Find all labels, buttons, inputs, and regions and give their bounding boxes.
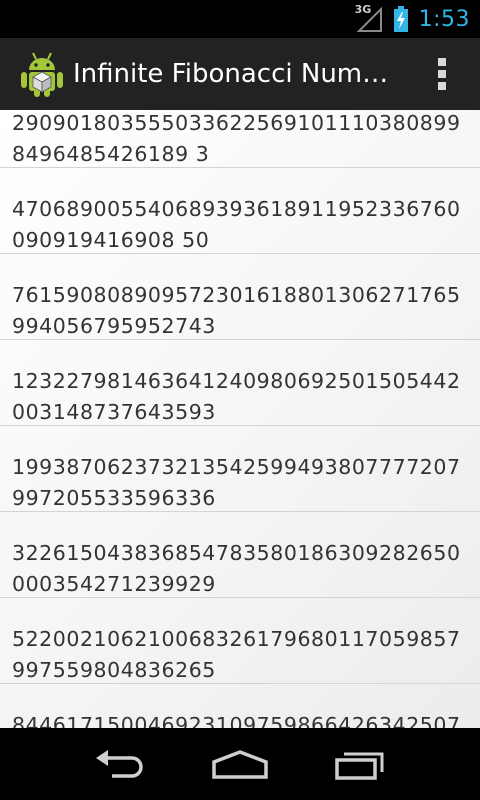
back-icon[interactable] xyxy=(92,746,148,782)
fibonacci-number: 1993870623732135425994938077772079972055… xyxy=(12,455,461,510)
list-item[interactable]: 1232279814636412409806925015054420031487… xyxy=(0,340,480,426)
navigation-bar xyxy=(0,728,480,800)
fibonacci-number: 7615908089095723016188013062717659940567… xyxy=(12,283,461,338)
fibonacci-number: 2909018035550336225691011103808998496485… xyxy=(12,111,461,166)
status-bar: 3G 1:53 xyxy=(0,0,480,38)
list-item[interactable]: 2909018035550336225691011103808998496485… xyxy=(0,110,480,168)
fibonacci-number: 8446171500469231097598664263425079979140… xyxy=(12,713,461,728)
fibonacci-number: 4706890055406893936189119523367600909194… xyxy=(12,197,461,252)
fibonacci-number: 5220021062100683261796801170598579975598… xyxy=(12,627,461,682)
list-item[interactable]: 1993870623732135425994938077772079972055… xyxy=(0,426,480,512)
status-icons: 3G 1:53 xyxy=(355,0,470,38)
network-type-label: 3G xyxy=(354,3,372,16)
fibonacci-number: 3226150438368547835801863092826500003542… xyxy=(12,541,461,596)
list-item[interactable]: 5220021062100683261796801170598579975598… xyxy=(0,598,480,684)
recents-icon[interactable] xyxy=(332,746,388,782)
action-bar: Infinite Fibonacci Numbers xyxy=(0,38,480,112)
list-item[interactable]: 3226150438368547835801863092826500003542… xyxy=(0,512,480,598)
fibonacci-list[interactable]: 2909018035550336225691011103808998496485… xyxy=(0,110,480,728)
overflow-dot xyxy=(438,82,446,90)
fibonacci-number: 1232279814636412409806925015054420031487… xyxy=(12,369,461,424)
battery-charging-icon xyxy=(393,5,409,33)
app-title: Infinite Fibonacci Numbers xyxy=(73,59,391,89)
overflow-menu-icon[interactable] xyxy=(432,56,452,92)
clock: 1:53 xyxy=(418,6,470,32)
home-icon[interactable] xyxy=(210,746,270,782)
signal-icon: 3G xyxy=(354,3,383,33)
overflow-dot xyxy=(438,70,446,78)
overflow-dot xyxy=(438,58,446,66)
android-app-icon[interactable] xyxy=(20,50,64,98)
list-item[interactable]: 8446171500469231097598664263425079979140… xyxy=(0,684,480,728)
list-item[interactable]: 4706890055406893936189119523367600909194… xyxy=(0,168,480,254)
list-item[interactable]: 7615908089095723016188013062717659940567… xyxy=(0,254,480,340)
